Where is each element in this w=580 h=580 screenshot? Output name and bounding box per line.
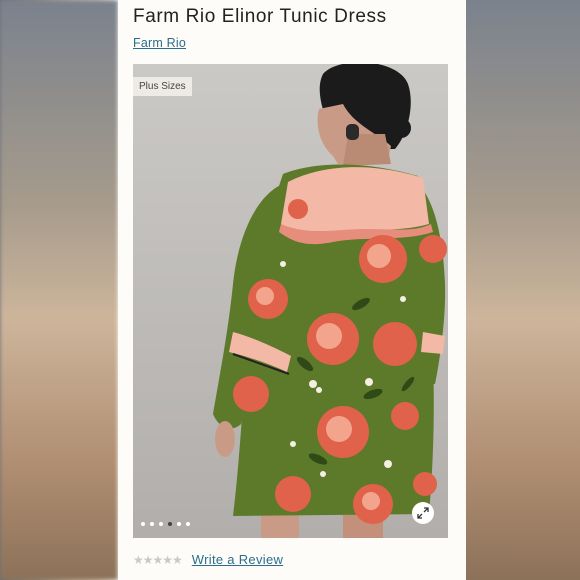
background-left [0, 0, 118, 580]
rating-stars: ★★★★★ [133, 552, 183, 567]
dress-illustration [133, 64, 448, 538]
product-title: Farm Rio Elinor Tunic Dress [133, 6, 387, 27]
plus-sizes-badge: Plus Sizes [133, 77, 192, 96]
background-right [466, 0, 580, 580]
brand-link[interactable]: Farm Rio [133, 36, 186, 50]
carousel-dot-active[interactable] [168, 522, 172, 526]
carousel-dot[interactable] [150, 522, 154, 526]
rating-row: ★★★★★ Write a Review [133, 552, 283, 567]
product-image[interactable]: Plus Sizes [133, 64, 448, 538]
carousel-dot[interactable] [177, 522, 181, 526]
product-panel: Farm Rio Elinor Tunic Dress Farm Rio Plu… [118, 0, 466, 580]
carousel-dot[interactable] [186, 522, 190, 526]
carousel-dot[interactable] [159, 522, 163, 526]
carousel-dot[interactable] [141, 522, 145, 526]
write-review-link[interactable]: Write a Review [192, 552, 283, 567]
expand-arrows-icon [417, 507, 429, 519]
zoom-button[interactable] [412, 502, 434, 524]
carousel-dots [141, 522, 190, 526]
